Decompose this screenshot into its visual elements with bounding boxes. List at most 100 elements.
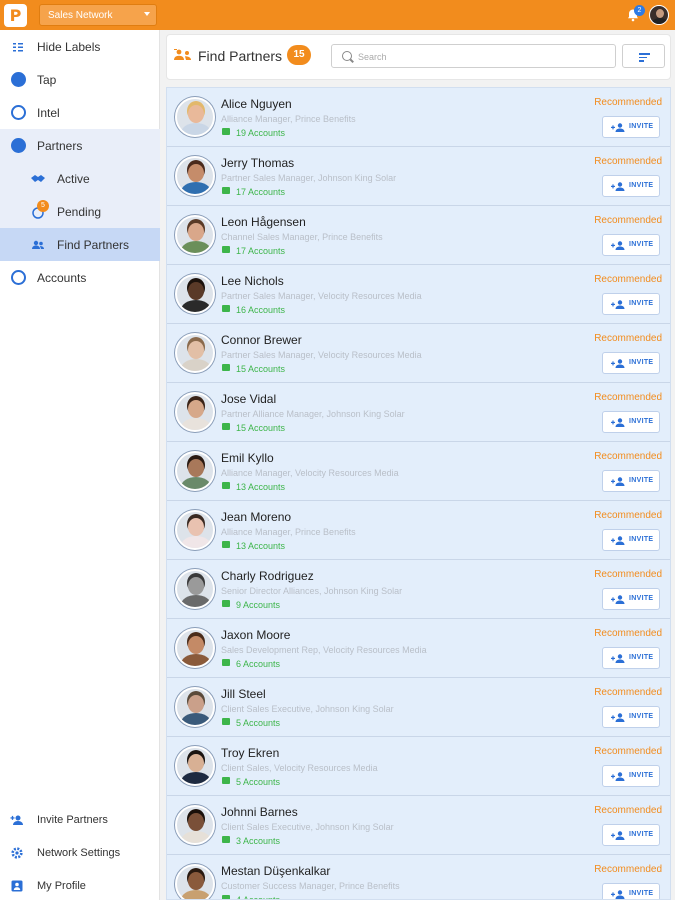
avatar[interactable] xyxy=(175,805,215,845)
invite-button[interactable]: INVITE xyxy=(602,352,660,374)
invite-button[interactable]: INVITE xyxy=(602,765,660,787)
sidebar-item-pending[interactable]: 5 Pending xyxy=(0,195,160,228)
partner-row[interactable]: Leon Hågensen Channel Sales Manager, Prin… xyxy=(167,206,670,265)
invite-button[interactable]: INVITE xyxy=(602,175,660,197)
partner-accounts: 13 Accounts xyxy=(236,541,286,551)
partner-role: Customer Success Manager, Prince Benefit… xyxy=(221,881,400,891)
partner-row[interactable]: Jose Vidal Partner Alliance Manager, John… xyxy=(167,383,670,442)
invite-button[interactable]: INVITE xyxy=(602,234,660,256)
sidebar-item-intel[interactable]: Intel xyxy=(0,96,160,129)
avatar[interactable] xyxy=(175,333,215,373)
partner-name[interactable]: Johnni Barnes xyxy=(221,805,298,819)
partner-row[interactable]: Jaxon Moore Sales Development Rep, Veloci… xyxy=(167,619,670,678)
partner-name[interactable]: Troy Ekren xyxy=(221,746,279,760)
partner-name[interactable]: Connor Brewer xyxy=(221,333,302,347)
add-user-icon xyxy=(611,595,625,604)
partner-accounts: 16 Accounts xyxy=(236,305,286,315)
invite-label: INVITE xyxy=(629,477,654,484)
accounts-icon xyxy=(10,270,26,286)
recommended-label: Recommended xyxy=(594,746,662,757)
avatar[interactable] xyxy=(175,569,215,609)
avatar[interactable] xyxy=(175,392,215,432)
partner-name[interactable]: Jose Vidal xyxy=(221,392,276,406)
sidebar-item-find-partners[interactable]: Find Partners xyxy=(0,228,160,261)
invite-button[interactable]: INVITE xyxy=(602,588,660,610)
accounts-icon xyxy=(222,659,230,666)
sidebar-item-label: Invite Partners xyxy=(37,814,108,826)
partner-name[interactable]: Charly Rodriguez xyxy=(221,569,314,583)
invite-button[interactable]: INVITE xyxy=(602,470,660,492)
sidebar-item-hide-labels[interactable]: Hide Labels xyxy=(0,30,160,63)
recommended-label: Recommended xyxy=(594,628,662,639)
partner-name[interactable]: Jill Steel xyxy=(221,687,266,701)
app-logo[interactable]: P xyxy=(4,4,27,27)
avatar[interactable] xyxy=(175,97,215,137)
partner-name[interactable]: Emil Kyllo xyxy=(221,451,274,465)
partner-row[interactable]: Charly Rodriguez Senior Director Alliance… xyxy=(167,560,670,619)
invite-button[interactable]: INVITE xyxy=(602,529,660,551)
partner-name[interactable]: Leon Hågensen xyxy=(221,215,306,229)
avatar[interactable] xyxy=(175,274,215,314)
recommended-label: Recommended xyxy=(594,333,662,344)
avatar[interactable] xyxy=(175,156,215,196)
partner-row[interactable]: Jill Steel Client Sales Executive, Johnso… xyxy=(167,678,670,737)
sidebar-item-partners[interactable]: Partners xyxy=(0,129,160,162)
invite-button[interactable]: INVITE xyxy=(602,647,660,669)
partner-name[interactable]: Jean Moreno xyxy=(221,510,291,524)
partner-row[interactable]: Mestan Düşenkalkar Customer Success Manag… xyxy=(167,855,670,899)
add-user-icon xyxy=(611,831,625,840)
tap-icon xyxy=(10,72,26,88)
add-user-icon xyxy=(611,182,625,191)
partner-name[interactable]: Jaxon Moore xyxy=(221,628,290,642)
search-field[interactable] xyxy=(331,44,616,68)
add-user-icon xyxy=(611,300,625,309)
partner-row[interactable]: Connor Brewer Partner Sales Manager, Velo… xyxy=(167,324,670,383)
search-input[interactable] xyxy=(358,49,608,64)
avatar[interactable] xyxy=(175,215,215,255)
sidebar-item-label: Pending xyxy=(57,204,102,219)
sidebar-item-accounts[interactable]: Accounts xyxy=(0,261,160,294)
recommended-label: Recommended xyxy=(594,805,662,816)
invite-button[interactable]: INVITE xyxy=(602,411,660,433)
partner-accounts: 5 Accounts xyxy=(236,718,281,728)
invite-button[interactable]: INVITE xyxy=(602,824,660,846)
accounts-icon xyxy=(222,541,230,548)
partner-row[interactable]: Emil Kyllo Alliance Manager, Velocity Res… xyxy=(167,442,670,501)
add-user-icon xyxy=(611,418,625,427)
sidebar-item-network-settings[interactable]: Network Settings xyxy=(0,839,160,867)
partner-name[interactable]: Lee Nichols xyxy=(221,274,284,288)
partner-row[interactable]: Lee Nichols Partner Sales Manager, Veloci… xyxy=(167,265,670,324)
invite-label: INVITE xyxy=(629,536,654,543)
sort-button[interactable] xyxy=(622,44,665,68)
avatar[interactable] xyxy=(649,5,669,25)
invite-button[interactable]: INVITE xyxy=(602,706,660,728)
network-select[interactable]: Sales Network xyxy=(39,4,157,26)
partner-row[interactable]: Troy Ekren Client Sales, Velocity Resourc… xyxy=(167,737,670,796)
partner-list: Alice Nguyen Alliance Manager, Prince Ben… xyxy=(166,87,671,900)
partner-row[interactable]: Jerry Thomas Partner Sales Manager, Johns… xyxy=(167,147,670,206)
sidebar-item-tap[interactable]: Tap xyxy=(0,63,160,96)
partner-name[interactable]: Mestan Düşenkalkar xyxy=(221,864,330,878)
avatar[interactable] xyxy=(175,451,215,491)
avatar[interactable] xyxy=(175,687,215,727)
invite-button[interactable]: INVITE xyxy=(602,116,660,138)
partner-role: Client Sales, Velocity Resources Media xyxy=(221,763,378,773)
accounts-icon xyxy=(222,836,230,843)
avatar[interactable] xyxy=(175,628,215,668)
sidebar-item-my-profile[interactable]: My Profile xyxy=(0,872,160,900)
sidebar-item-invite-partners[interactable]: Invite Partners xyxy=(0,806,160,834)
invite-button[interactable]: INVITE xyxy=(602,883,660,899)
partner-name[interactable]: Jerry Thomas xyxy=(221,156,294,170)
partner-name[interactable]: Alice Nguyen xyxy=(221,97,292,111)
partner-row[interactable]: Johnni Barnes Client Sales Executive, Joh… xyxy=(167,796,670,855)
partner-accounts: 17 Accounts xyxy=(236,187,286,197)
avatar[interactable] xyxy=(175,864,215,899)
partner-row[interactable]: Jean Moreno Alliance Manager, Prince Bene… xyxy=(167,501,670,560)
avatar[interactable] xyxy=(175,510,215,550)
accounts-icon xyxy=(222,246,230,253)
partner-row[interactable]: Alice Nguyen Alliance Manager, Prince Ben… xyxy=(167,88,670,147)
add-user-icon xyxy=(611,241,625,250)
invite-button[interactable]: INVITE xyxy=(602,293,660,315)
sidebar-item-active[interactable]: Active xyxy=(0,162,160,195)
avatar[interactable] xyxy=(175,746,215,786)
